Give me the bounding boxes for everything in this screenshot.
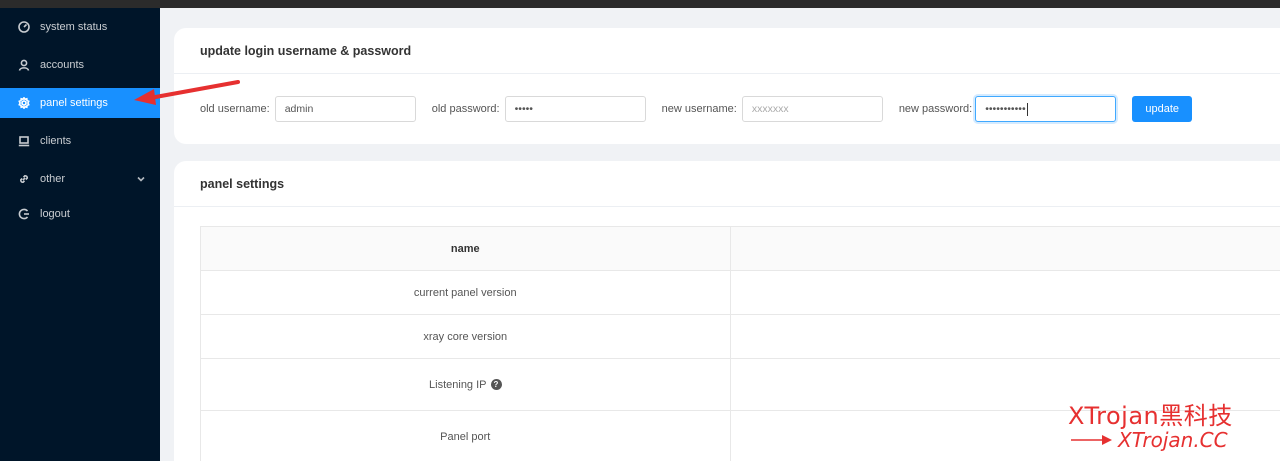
user-icon — [18, 59, 30, 71]
row-name: Panel port — [201, 411, 731, 461]
sidebar-item-label: other — [40, 173, 66, 185]
link-icon — [18, 173, 30, 185]
logout-icon — [18, 208, 30, 220]
sidebar-item-accounts[interactable]: accounts — [0, 50, 160, 80]
old-username-input[interactable]: admin — [274, 96, 416, 122]
table-row: current panel version — [201, 271, 1280, 315]
sidebar: system status accounts panel settings cl… — [0, 8, 160, 461]
question-icon[interactable]: ? — [490, 379, 502, 390]
arrow-right-icon — [1071, 435, 1112, 445]
login-update-card: update login username & password old use… — [174, 28, 1280, 144]
sidebar-item-system-status[interactable]: system status — [0, 12, 160, 42]
card-title: update login username & password — [174, 28, 1280, 74]
new-username-input[interactable]: xxxxxxx — [741, 96, 883, 122]
laptop-icon — [18, 135, 30, 147]
text-caret — [1026, 102, 1028, 116]
row-name: Listening IP — [429, 378, 487, 391]
main-content: update login username & password old use… — [160, 8, 1280, 461]
card-title: panel settings — [174, 161, 1280, 207]
row-name: xray core version — [201, 315, 731, 358]
sidebar-item-label: accounts — [40, 59, 85, 71]
sidebar-item-clients[interactable]: clients — [0, 126, 160, 156]
gear-icon — [18, 97, 30, 109]
row-name-cell: Listening IP ? — [201, 359, 731, 410]
new-password-label: new password: — [898, 103, 973, 115]
new-password-input[interactable]: ••••••••••• — [975, 96, 1117, 122]
chevron-down-icon — [136, 174, 146, 184]
table-header-row: name — [201, 227, 1280, 271]
sidebar-item-panel-settings[interactable]: panel settings — [0, 88, 160, 118]
new-username-label: new username: — [661, 103, 737, 115]
row-value — [731, 271, 1280, 314]
watermark-url: XTrojan.CC — [1070, 428, 1228, 452]
table-row: xray core version — [201, 315, 1280, 359]
window-top-bar — [0, 0, 1280, 8]
watermark-title: XTrojan黑科技 — [1068, 402, 1233, 430]
update-button[interactable]: update — [1132, 96, 1193, 122]
sidebar-item-other[interactable]: other — [0, 164, 160, 194]
old-password-label: old password: — [431, 103, 500, 115]
old-password-input[interactable]: ••••• — [504, 96, 646, 122]
sidebar-item-label: system status — [40, 21, 108, 33]
sidebar-item-label: panel settings — [40, 97, 108, 109]
sidebar-item-label: clients — [40, 135, 72, 147]
column-header-name: name — [201, 227, 731, 270]
column-header-value — [731, 227, 1280, 270]
row-value — [731, 315, 1280, 358]
dashboard-icon — [18, 21, 30, 33]
old-username-label: old username: — [200, 103, 270, 115]
sidebar-item-label: logout — [40, 208, 70, 220]
row-name: current panel version — [201, 271, 731, 314]
login-form: old username: admin old password: ••••• … — [200, 96, 1280, 122]
sidebar-item-logout[interactable]: logout — [0, 199, 160, 229]
